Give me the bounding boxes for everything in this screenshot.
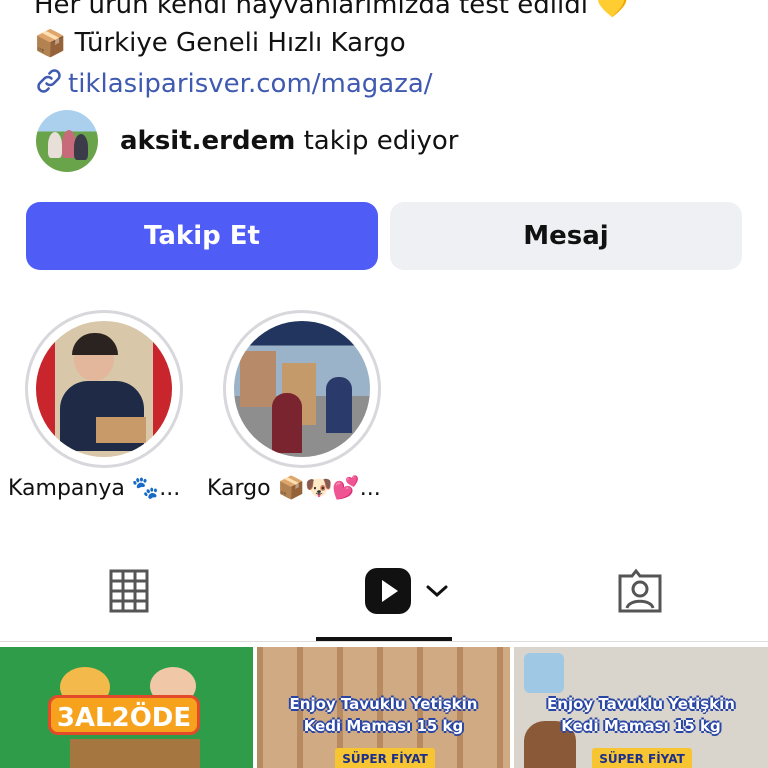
follow-button[interactable]: Takip Et (26, 202, 378, 270)
highlight-cover-image (36, 321, 172, 457)
highlight-cover-image (234, 321, 370, 457)
followed-by-username[interactable]: aksit.erdem (120, 126, 295, 156)
followed-by-row[interactable]: aksit.erdem takip ediyor (36, 110, 458, 172)
post-thumbnail[interactable]: 3AL2ÖDE (0, 647, 253, 768)
highlight-label: Kargo 📦🐶💕... (207, 476, 381, 501)
message-button[interactable]: Mesaj (390, 202, 742, 270)
avatar[interactable] (36, 110, 98, 172)
tab-posts[interactable] (106, 566, 152, 616)
highlight-kargo[interactable] (223, 310, 381, 468)
tabs-divider (0, 641, 768, 642)
price-badge: SÜPER FİYAT (592, 748, 692, 768)
post-thumbnail[interactable]: Enjoy Tavuklu Yetişkin Kedi Maması 15 kg… (514, 647, 768, 768)
tagged-icon (618, 568, 662, 613)
highlight-kampanya[interactable] (25, 310, 183, 468)
grid-icon (109, 569, 149, 613)
reels-icon (365, 568, 411, 614)
tab-reels[interactable] (356, 566, 456, 616)
post-title: Enjoy Tavuklu Yetişkin (289, 695, 478, 713)
profile-link-text[interactable]: tiklasiparisver.com/magaza/ (68, 69, 433, 99)
post-title: Kedi Maması 15 kg (561, 717, 721, 735)
highlight-label: Kampanya 🐾... (8, 476, 181, 501)
tab-tagged[interactable] (614, 566, 666, 616)
post-title: Enjoy Tavuklu Yetişkin (547, 695, 735, 713)
bio-line-2: 📦 Türkiye Geneli Hızlı Kargo (34, 28, 406, 59)
package-emoji: 📦 (34, 28, 67, 59)
promo-badge: 3AL2ÖDE (48, 695, 200, 735)
followed-by-text: aksit.erdem takip ediyor (120, 126, 459, 156)
link-icon (34, 66, 68, 103)
post-thumbnail[interactable]: Enjoy Tavuklu Yetişkin Kedi Maması 15 kg… (257, 647, 510, 768)
bio-line-2-text: Türkiye Geneli Hızlı Kargo (74, 28, 406, 58)
profile-link[interactable]: tiklasiparisver.com/magaza/ (34, 66, 433, 103)
chevron-down-icon[interactable] (425, 583, 449, 599)
post-title: Kedi Maması 15 kg (303, 717, 464, 735)
bio-line-1: Her ürün kendi hayvanlarımızda test edil… (34, 0, 629, 20)
price-badge: SÜPER FİYAT (335, 748, 435, 768)
